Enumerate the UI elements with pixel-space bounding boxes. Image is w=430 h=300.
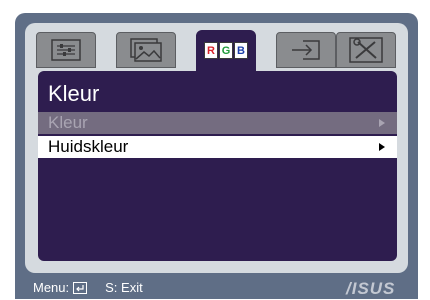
image-settings-icon	[51, 39, 81, 61]
tools-icon	[349, 37, 383, 63]
menu-item-huidskleur[interactable]: Huidskleur	[38, 136, 397, 158]
rgb-letter-r: R	[204, 42, 218, 59]
osd-menu: R G B Kleur Kleur Huidskleur Menu: S: Ex…	[15, 13, 418, 299]
tab-system[interactable]	[336, 32, 396, 68]
menu-item-kleur[interactable]: Kleur	[38, 112, 397, 134]
exit-hint-label: S: Exit	[105, 280, 143, 295]
tab-color[interactable]: R G B	[196, 30, 256, 71]
tab-picture[interactable]	[116, 32, 176, 68]
tab-image[interactable]	[36, 32, 96, 68]
osd-footer: Menu: S: Exit	[33, 279, 143, 297]
tab-input[interactable]	[276, 32, 336, 68]
enter-icon	[73, 282, 88, 294]
input-source-icon	[292, 40, 320, 60]
rgb-letter-b: B	[234, 42, 248, 59]
menu-item-label: Kleur	[48, 113, 88, 132]
rgb-icon: R G B	[204, 42, 248, 59]
arrow-right-icon	[379, 119, 385, 127]
color-panel: Kleur Kleur Huidskleur	[38, 71, 397, 261]
asus-logo: /ISUS	[346, 279, 396, 298]
osd-frame: R G B Kleur Kleur Huidskleur	[25, 23, 408, 273]
menu-hint-label: Menu:	[33, 280, 70, 295]
panel-title: Kleur	[48, 81, 100, 106]
picture-icon	[130, 38, 162, 62]
rgb-letter-g: G	[219, 42, 233, 59]
arrow-right-icon	[379, 143, 385, 151]
menu-item-label: Huidskleur	[48, 137, 129, 156]
